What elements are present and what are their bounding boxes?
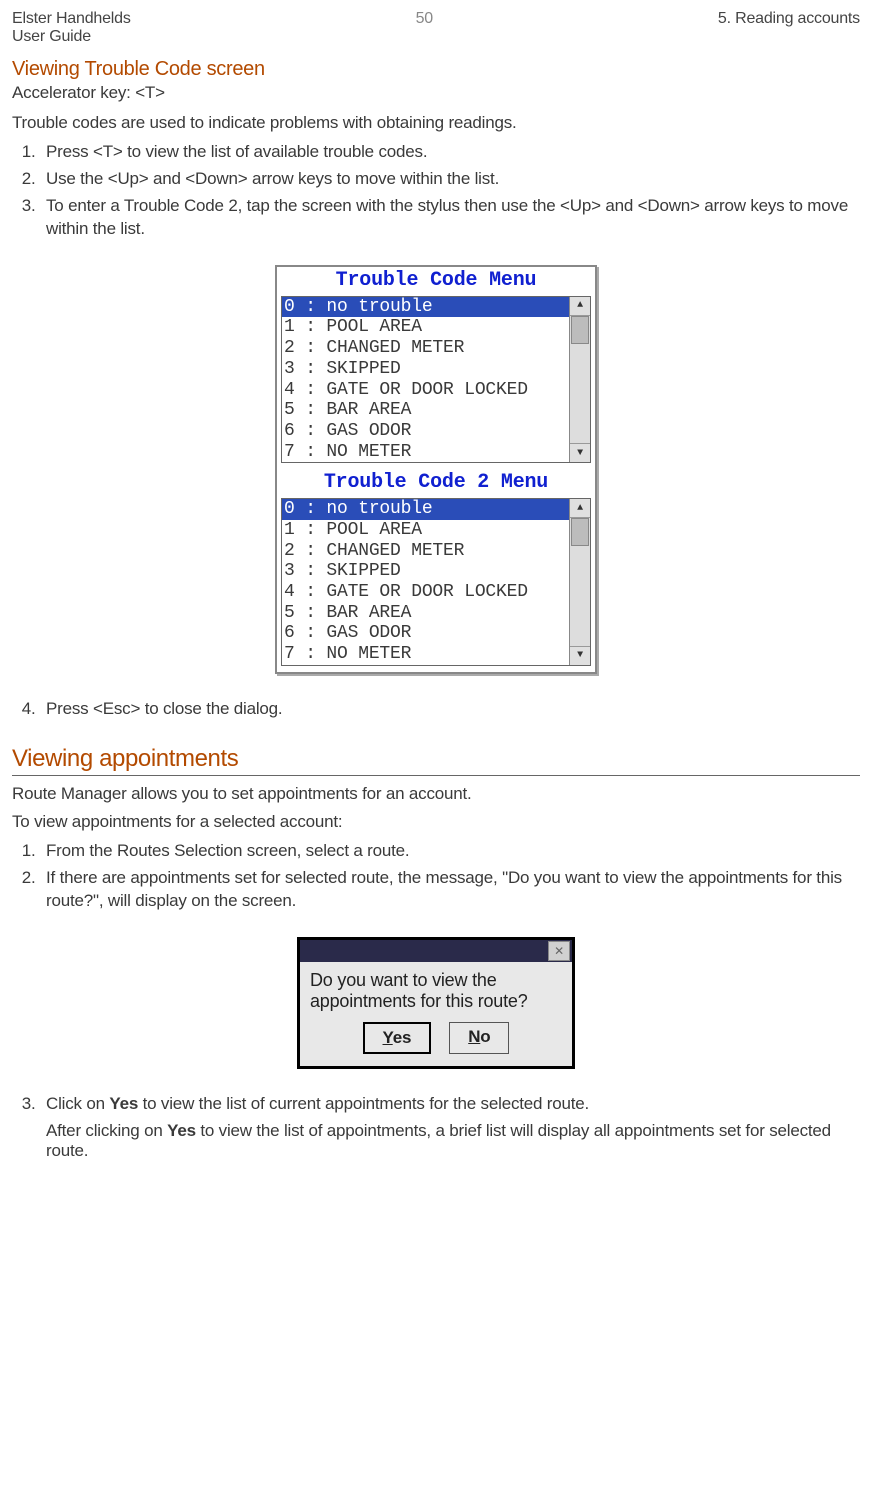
yes-button[interactable]: Yes <box>363 1022 432 1054</box>
trouble-steps-list-1: Press <T> to view the list of available … <box>12 141 860 241</box>
list-item[interactable]: 3 : SKIPPED <box>282 359 569 380</box>
trouble-intro-text: Trouble codes are used to indicate probl… <box>12 113 860 133</box>
list-item[interactable]: 1 : POOL AREA <box>282 520 569 541</box>
scrollbar[interactable]: ▲ ▼ <box>569 499 590 665</box>
scroll-thumb[interactable] <box>571 316 589 344</box>
yes-mnemonic: Y <box>383 1028 393 1047</box>
after-bold: Yes <box>167 1121 196 1140</box>
step-item: Press <Esc> to close the dialog. <box>40 698 860 721</box>
page-header: Elster Handhelds User Guide 50 5. Readin… <box>12 10 860 46</box>
scroll-track[interactable] <box>570 518 590 646</box>
step-item: Click on Yes to view the list of current… <box>40 1093 860 1116</box>
list-item[interactable]: 3 : SKIPPED <box>282 561 569 582</box>
scroll-thumb[interactable] <box>571 518 589 546</box>
heading-appointments: Viewing appointments <box>12 745 860 776</box>
step-item: To enter a Trouble Code 2, tap the scree… <box>40 195 860 241</box>
dialog-body: Do you want to view the appointments for… <box>300 962 572 1066</box>
dialog-titlebar: ✕ <box>300 940 572 962</box>
step3-bold: Yes <box>109 1094 138 1113</box>
scroll-track[interactable] <box>570 316 590 444</box>
step3-pre: Click on <box>46 1094 109 1113</box>
product-name: Elster Handhelds <box>12 10 131 28</box>
list-rows: 0 : no trouble 1 : POOL AREA 2 : CHANGED… <box>282 499 569 665</box>
device-panel: Trouble Code Menu 0 : no trouble 1 : POO… <box>275 265 597 674</box>
menu-title-1: Trouble Code Menu <box>277 267 595 294</box>
appointments-intro: Route Manager allows you to set appointm… <box>12 784 860 804</box>
appointments-dialog-screenshot: ✕ Do you want to view the appointments f… <box>12 937 860 1069</box>
list-item-selected[interactable]: 0 : no trouble <box>282 499 569 520</box>
scrollbar[interactable]: ▲ ▼ <box>569 297 590 463</box>
guide-label: User Guide <box>12 28 131 46</box>
header-left: Elster Handhelds User Guide <box>12 10 131 46</box>
scroll-down-icon[interactable]: ▼ <box>570 443 590 462</box>
trouble-code-listbox-1[interactable]: 0 : no trouble 1 : POOL AREA 2 : CHANGED… <box>281 296 591 464</box>
page-number: 50 <box>416 10 433 46</box>
yes-label-rest: es <box>393 1028 412 1047</box>
scroll-down-icon[interactable]: ▼ <box>570 646 590 665</box>
list-item-selected[interactable]: 0 : no trouble <box>282 297 569 318</box>
step3-post: to view the list of current appointments… <box>138 1094 589 1113</box>
step-item: From the Routes Selection screen, select… <box>40 840 860 863</box>
after-step-text: After clicking on Yes to view the list o… <box>46 1121 860 1161</box>
trouble-code-listbox-2[interactable]: 0 : no trouble 1 : POOL AREA 2 : CHANGED… <box>281 498 591 666</box>
step-item: If there are appointments set for select… <box>40 867 860 913</box>
no-button[interactable]: No <box>449 1022 509 1054</box>
dialog-message: Do you want to view the appointments for… <box>310 970 562 1012</box>
close-icon[interactable]: ✕ <box>548 941 570 961</box>
accelerator-key-text: Accelerator key: <T> <box>12 83 860 103</box>
no-mnemonic: N <box>468 1027 480 1046</box>
list-item[interactable]: 5 : BAR AREA <box>282 603 569 624</box>
trouble-steps-list-2: Press <Esc> to close the dialog. <box>12 698 860 721</box>
list-item[interactable]: 4 : GATE OR DOOR LOCKED <box>282 380 569 401</box>
dialog-buttons: Yes No <box>310 1022 562 1054</box>
appointments-steps-list-1: From the Routes Selection screen, select… <box>12 840 860 913</box>
list-rows: 0 : no trouble 1 : POOL AREA 2 : CHANGED… <box>282 297 569 463</box>
scroll-up-icon[interactable]: ▲ <box>570 297 590 316</box>
list-item[interactable]: 6 : GAS ODOR <box>282 623 569 644</box>
step-item: Press <T> to view the list of available … <box>40 141 860 164</box>
list-item[interactable]: 5 : BAR AREA <box>282 400 569 421</box>
list-item[interactable]: 1 : POOL AREA <box>282 317 569 338</box>
list-item[interactable]: 7 : NO METER <box>282 442 569 463</box>
no-label-rest: o <box>480 1027 490 1046</box>
list-item[interactable]: 2 : CHANGED METER <box>282 338 569 359</box>
trouble-code-screenshot: Trouble Code Menu 0 : no trouble 1 : POO… <box>12 265 860 674</box>
list-item[interactable]: 4 : GATE OR DOOR LOCKED <box>282 582 569 603</box>
list-item[interactable]: 7 : NO METER <box>282 644 569 665</box>
heading-trouble-code: Viewing Trouble Code screen <box>12 58 860 81</box>
scroll-up-icon[interactable]: ▲ <box>570 499 590 518</box>
list-item[interactable]: 6 : GAS ODOR <box>282 421 569 442</box>
appointments-lead: To view appointments for a selected acco… <box>12 812 860 832</box>
after-pre: After clicking on <box>46 1121 167 1140</box>
section-label: 5. Reading accounts <box>718 10 860 46</box>
list-item[interactable]: 2 : CHANGED METER <box>282 541 569 562</box>
menu-title-2: Trouble Code 2 Menu <box>277 469 595 496</box>
step-item: Use the <Up> and <Down> arrow keys to mo… <box>40 168 860 191</box>
dialog-panel: ✕ Do you want to view the appointments f… <box>297 937 575 1069</box>
appointments-steps-list-2: Click on Yes to view the list of current… <box>12 1093 860 1116</box>
